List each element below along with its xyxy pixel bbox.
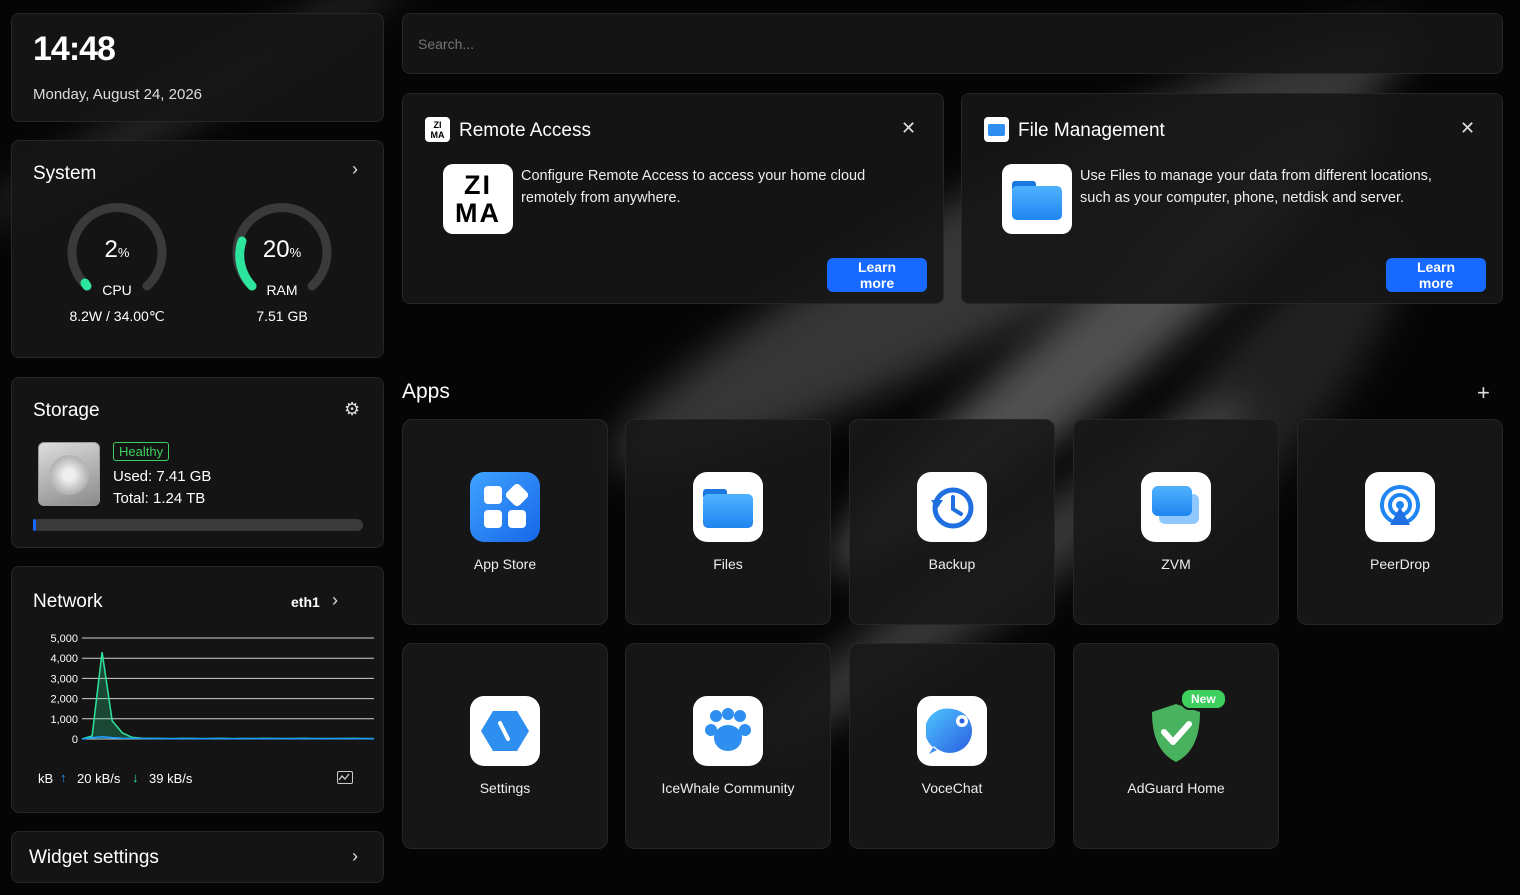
folder-small-icon <box>984 117 1009 142</box>
backup-icon <box>917 472 987 542</box>
chart-series-area-0 <box>82 652 374 739</box>
vocechat-icon <box>917 696 987 766</box>
network-interface[interactable]: eth1 <box>291 594 320 610</box>
zvm-icon <box>1141 472 1211 542</box>
ram-label: RAM <box>266 282 298 298</box>
upload-arrow-icon: ↑ <box>60 770 67 785</box>
remote-access-description: Configure Remote Access to access your h… <box>521 168 866 206</box>
file-management-title: File Management <box>1018 120 1165 141</box>
remote-access-card: ZI MA Remote Access ✕ ZI MA Configure Remo… <box>402 93 944 304</box>
ram-detail: 7.51 GB <box>256 308 308 324</box>
cpu-label: CPU <box>102 282 132 298</box>
chart-y-tick-label: 2,000 <box>50 694 78 706</box>
peerdrop-icon <box>1365 472 1435 542</box>
icewhale-community-icon <box>693 696 763 766</box>
app-label: AdGuard Home <box>1127 780 1225 796</box>
chart-y-tick-label: 0 <box>72 734 78 746</box>
app-label: VoceChat <box>921 780 983 796</box>
app-tile-vocechat[interactable]: VoceChat <box>849 643 1055 849</box>
hard-drive-icon <box>38 442 100 506</box>
file-management-description: Use Files to manage your data from diffe… <box>1080 168 1432 206</box>
app-tile-icewhale-community[interactable]: IceWhale Community <box>625 643 831 849</box>
clock-time: 14:48 <box>33 30 116 68</box>
app-tile-settings[interactable]: Settings <box>402 643 608 849</box>
app-label: Settings <box>479 780 531 796</box>
chart-toggle-icon[interactable] <box>337 771 353 784</box>
app-label: Backup <box>928 556 976 572</box>
remote-access-close-icon[interactable]: ✕ <box>901 118 916 139</box>
chart-y-tick-label: 3,000 <box>50 673 78 685</box>
app-tile-peerdrop[interactable]: PeerDrop <box>1297 419 1503 625</box>
system-widget: System › 2% CPU 8.2W / 34.00℃ 20% RAM 7.… <box>11 140 384 358</box>
network-widget: Network eth1 › 5,000 4,000 3,000 2,000 1,000… <box>11 566 384 813</box>
storage-total: Total: 1.24 TB <box>113 490 206 507</box>
chart-series-line-0 <box>81 651 374 740</box>
cpu-value: 2% <box>104 236 130 263</box>
zima-logo-icon: ZI MA <box>443 164 513 234</box>
app-tile-backup[interactable]: Backup <box>849 419 1055 625</box>
new-badge: New <box>1180 688 1227 710</box>
storage-settings-gear-icon[interactable]: ⚙ <box>344 399 360 420</box>
storage-status-badge: Healthy <box>113 442 170 461</box>
network-chevron-right-icon[interactable]: › <box>332 590 338 611</box>
storage-widget: Storage ⚙ Healthy Used: 7.41 GB Total: 1… <box>11 377 384 548</box>
chart-y-tick-label: 4,000 <box>50 653 78 665</box>
clock-widget: 14:48 Monday, August 24, 2026 <box>11 13 384 122</box>
app-tile-zvm[interactable]: ZVM <box>1073 419 1279 625</box>
search-bar[interactable] <box>402 13 1503 74</box>
app-label: PeerDrop <box>1370 556 1430 572</box>
cpu-detail: 8.2W / 34.00℃ <box>69 308 165 324</box>
network-title: Network <box>33 591 103 612</box>
chart-y-tick-label: 5,000 <box>50 633 78 645</box>
adguard-shield-icon <box>1148 702 1204 769</box>
app-tile-adguard-home[interactable]: New AdGuard Home <box>1073 643 1279 849</box>
widget-settings-label: Widget settings <box>29 847 159 868</box>
folder-icon <box>1002 164 1072 234</box>
app-tile-app-store[interactable]: App Store <box>402 419 608 625</box>
widget-settings-chevron-right-icon: › <box>352 846 358 866</box>
file-management-card: File Management ✕ Use Files to manage yo… <box>961 93 1503 304</box>
storage-usage-bar <box>33 519 363 531</box>
app-label: App Store <box>473 556 537 572</box>
system-title: System <box>33 163 97 184</box>
system-chevron-right-icon[interactable]: › <box>352 159 358 180</box>
app-label: ZVM <box>1161 556 1191 572</box>
zima-small-icon: ZI MA <box>425 117 450 142</box>
remote-access-learn-more-button[interactable]: Learn more <box>827 258 927 292</box>
add-app-plus-icon[interactable]: + <box>1477 380 1490 406</box>
chart-y-tick-label: 1,000 <box>50 714 78 726</box>
app-tile-files[interactable]: Files <box>625 419 831 625</box>
app-store-icon <box>470 472 540 542</box>
network-chart: 5,000 4,000 3,000 2,000 1,000 0 <box>50 633 375 746</box>
download-rate: 39 kB/s <box>149 771 193 786</box>
app-label: IceWhale Community <box>661 780 795 796</box>
clock-date: Monday, August 24, 2026 <box>33 86 203 103</box>
ram-value: 20% <box>262 236 302 263</box>
widget-settings-button[interactable]: Widget settings › <box>11 831 384 883</box>
download-arrow-icon: ↓ <box>132 770 139 785</box>
remote-access-title: Remote Access <box>459 120 591 141</box>
storage-title: Storage <box>33 400 100 421</box>
app-label: Files <box>713 556 743 572</box>
network-unit: kB <box>38 771 54 786</box>
files-icon <box>693 472 763 542</box>
settings-icon <box>470 696 540 766</box>
apps-title: Apps <box>402 380 450 403</box>
storage-used: Used: 7.41 GB <box>113 468 212 485</box>
file-management-learn-more-button[interactable]: Learn more <box>1386 258 1486 292</box>
file-management-close-icon[interactable]: ✕ <box>1460 118 1475 139</box>
upload-rate: 20 kB/s <box>77 771 121 786</box>
search-input[interactable] <box>418 32 1478 56</box>
